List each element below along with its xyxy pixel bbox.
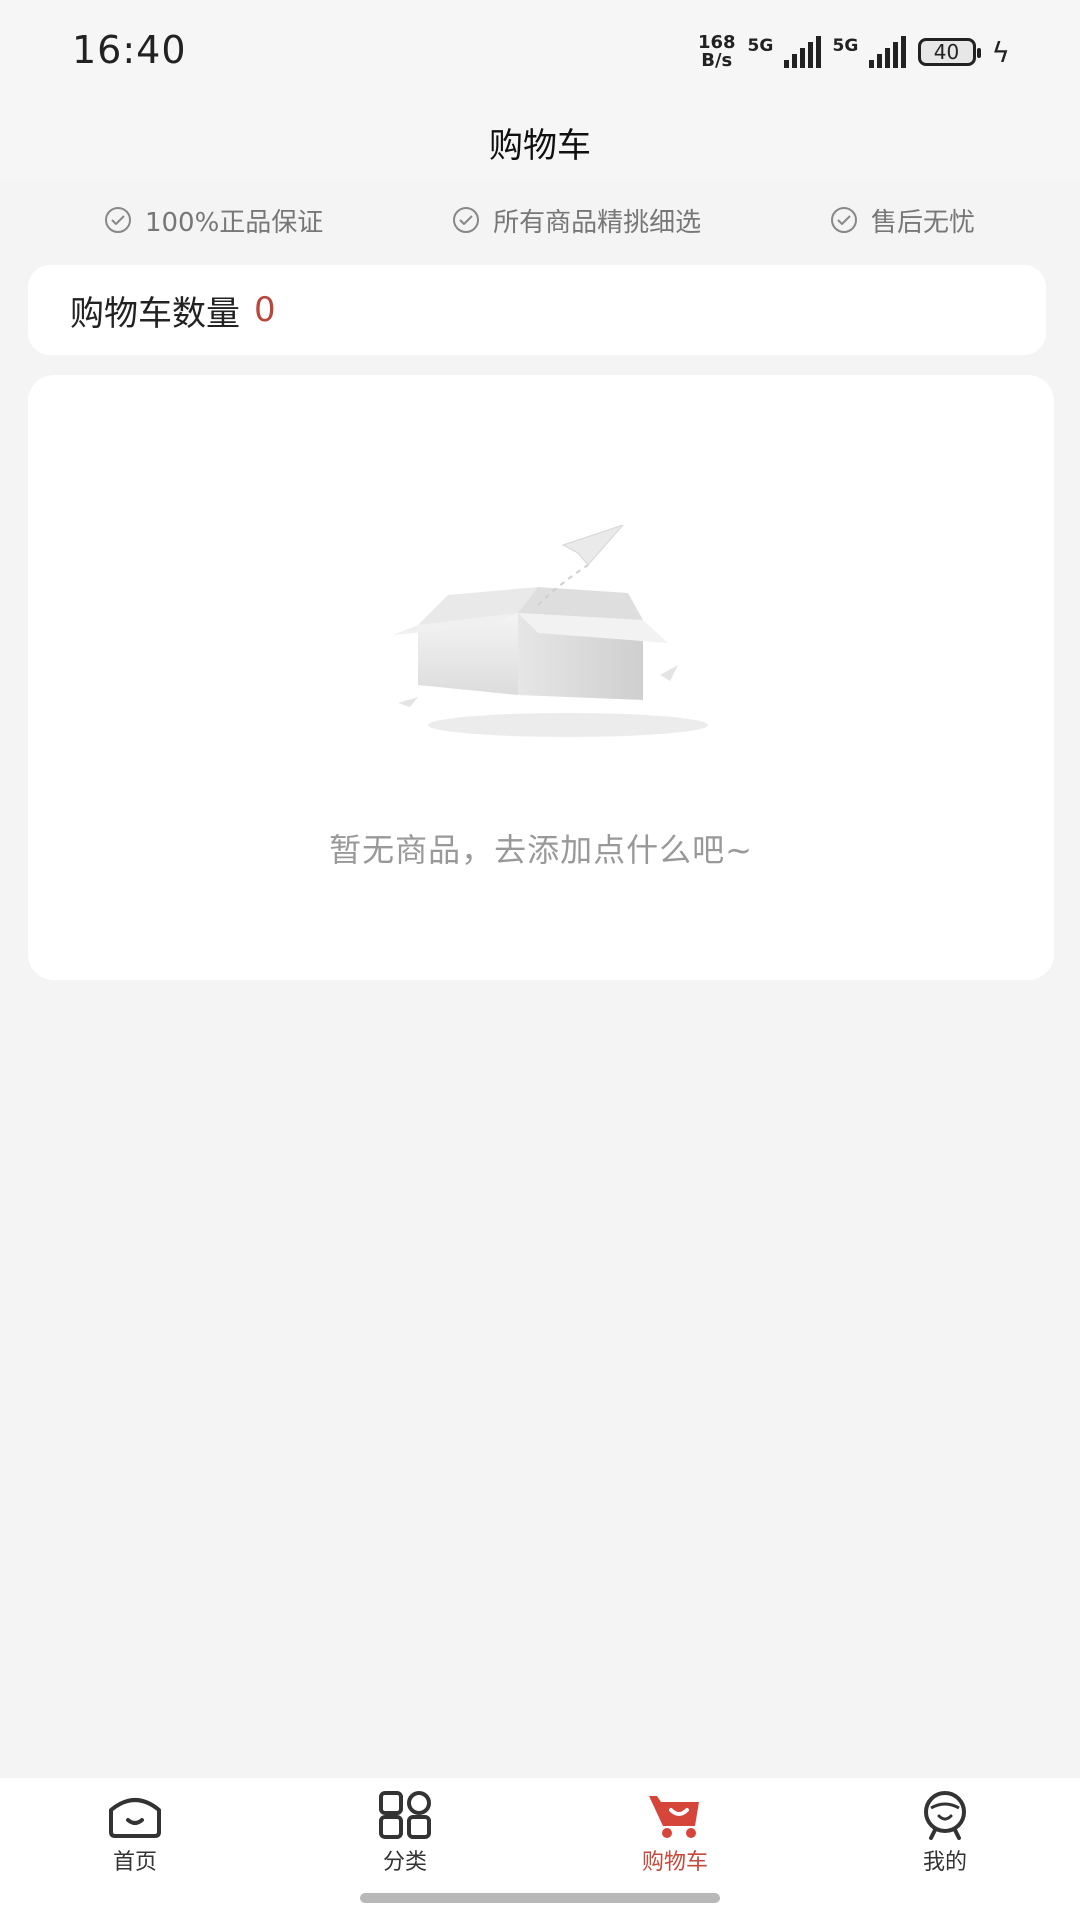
battery-icon: 40 — [917, 38, 981, 66]
cart-count-card: 购物车数量 0 — [28, 265, 1046, 355]
status-bar: 16:40 168 B/s 5G 5G 40 ϟ — [0, 0, 1080, 105]
tab-home[interactable]: 首页 — [55, 1790, 215, 1876]
header: 购物车 — [0, 105, 1080, 180]
empty-cart-card: 暂无商品，去添加点什么吧~ — [28, 375, 1054, 980]
cart-count-label: 购物车数量 — [70, 293, 240, 334]
guarantee-item-selected: 所有商品精挑细选 — [453, 202, 701, 239]
category-grid-icon — [379, 1791, 431, 1839]
tab-profile[interactable]: 我的 — [865, 1790, 1025, 1876]
guarantee-item-authentic: 100%正品保证 — [104, 202, 323, 239]
empty-box-illustration — [393, 525, 708, 737]
signal-5g-1-icon: 5G — [748, 36, 821, 68]
tab-cart[interactable]: 购物车 — [595, 1790, 755, 1876]
empty-state-message: 暂无商品，去添加点什么吧~ — [329, 831, 753, 869]
tab-category[interactable]: 分类 — [325, 1790, 485, 1876]
guarantee-row: 100%正品保证 所有商品精挑细选 售后无忧 — [0, 190, 1080, 250]
home-indicator[interactable] — [360, 1893, 720, 1903]
signal-5g-2-icon: 5G — [833, 36, 906, 68]
charging-icon: ϟ — [991, 35, 1010, 69]
profile-icon — [924, 1791, 966, 1840]
cart-icon — [649, 1796, 699, 1838]
guarantee-item-aftersales: 售后无忧 — [831, 202, 975, 239]
check-circle-icon — [831, 207, 858, 233]
status-icons: 168 B/s 5G 5G 40 ϟ — [698, 30, 1010, 74]
check-circle-icon — [453, 207, 480, 233]
network-speed: 168 B/s — [697, 32, 736, 71]
check-circle-icon — [104, 207, 131, 233]
page-title: 购物车 — [489, 126, 591, 166]
home-icon — [109, 1798, 161, 1838]
status-time: 16:40 — [72, 28, 187, 72]
cart-count-value: 0 — [254, 290, 276, 330]
